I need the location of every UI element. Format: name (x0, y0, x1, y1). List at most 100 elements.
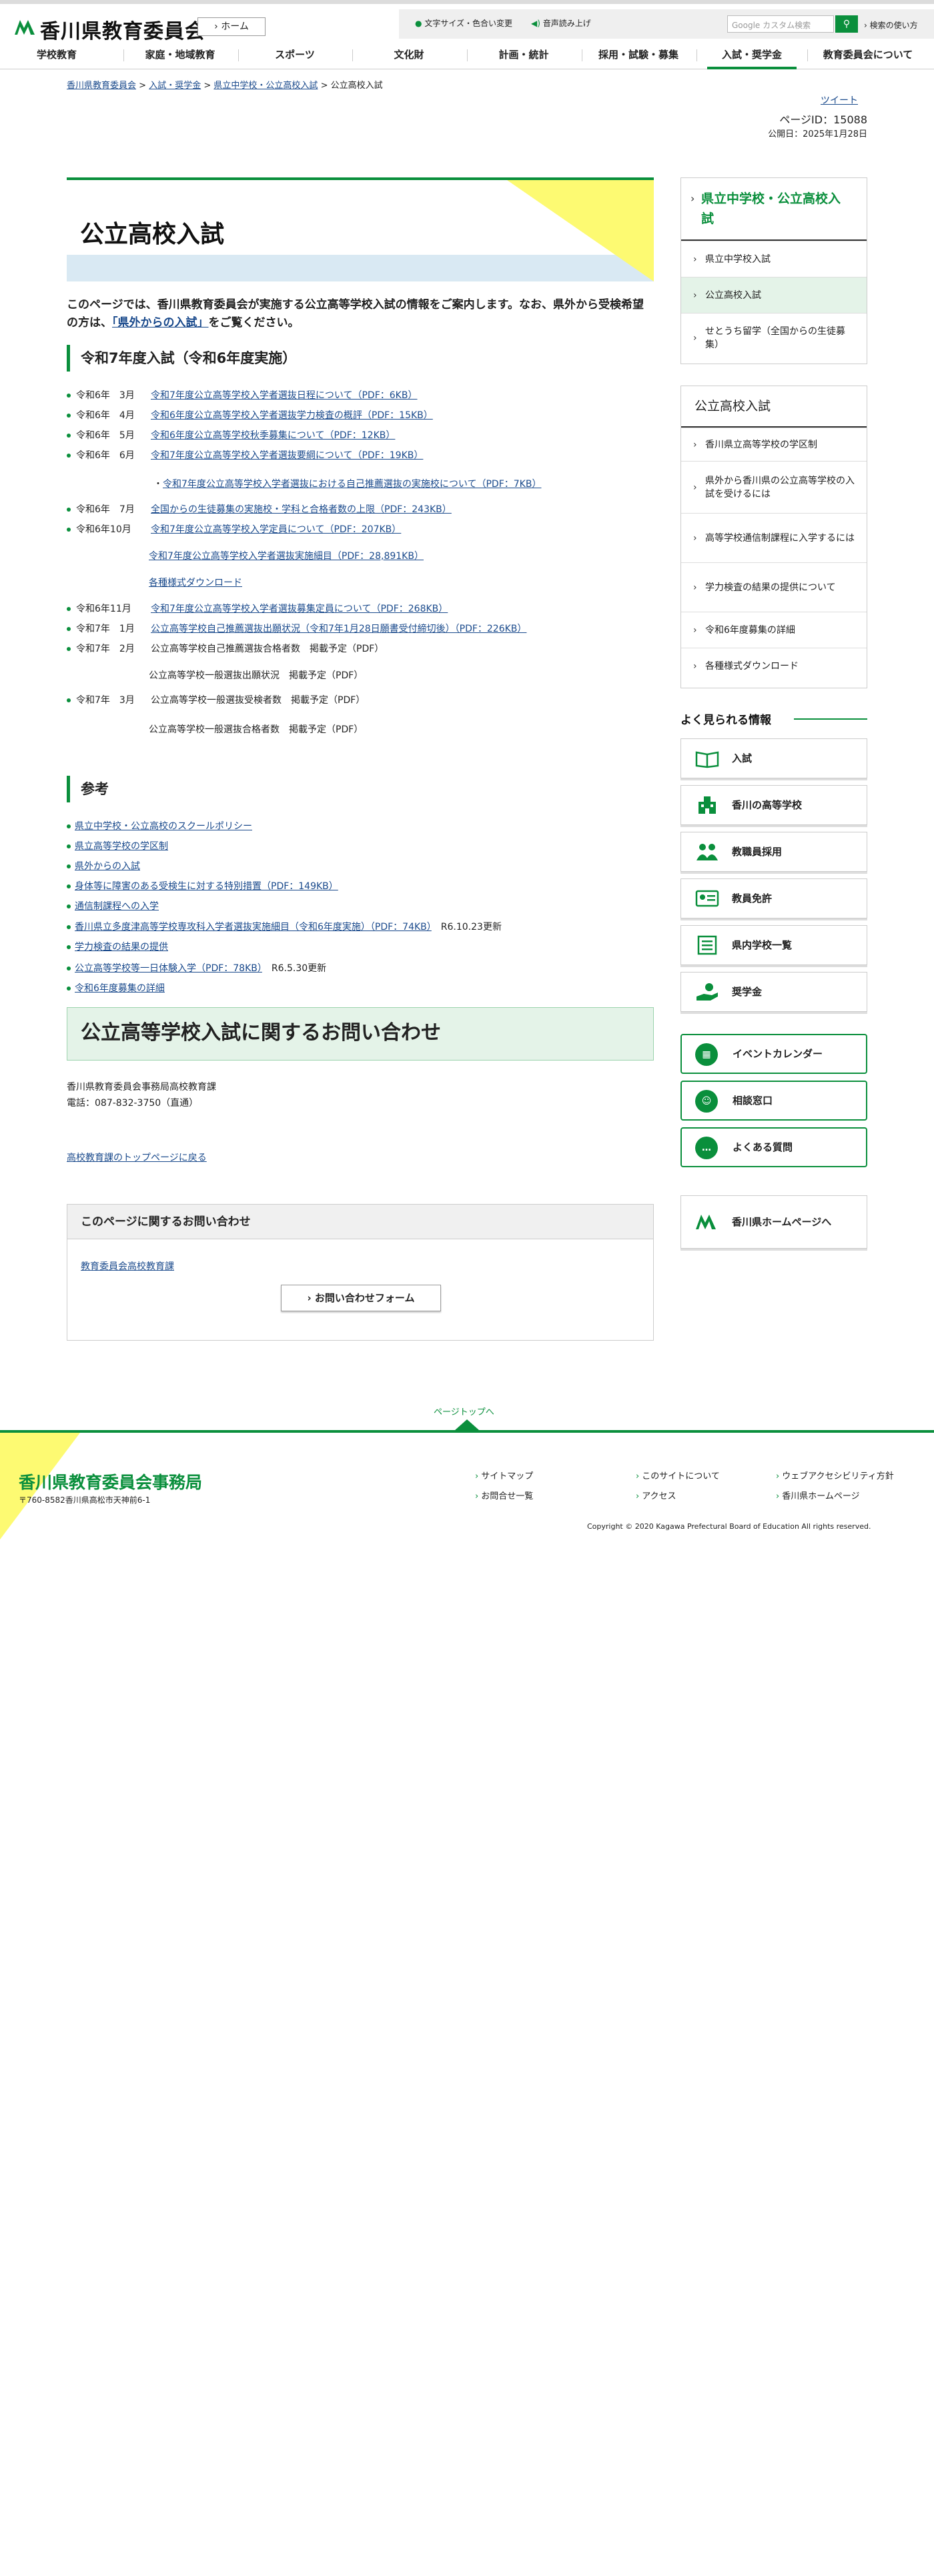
row-link[interactable]: 全国からの生徒募集の実施校・学科と合格者数の上限（PDF：243KB） (151, 504, 452, 515)
breadcrumb-link[interactable]: 香川県教育委員会 (67, 81, 136, 91)
footer-link-kagawa[interactable]: › 香川県ホームページ (776, 1489, 860, 1501)
ref-link[interactable]: 香川県立多度津高等学校専攻科入学者選抜実施細目（令和6年度実施）（PDF：74K… (75, 922, 432, 932)
sub-link[interactable]: 令和7年度公立高等学校入学者選抜における自己推薦選抜の実施校について（PDF：7… (163, 479, 541, 490)
gnav-item-culture[interactable]: 文化財 (352, 41, 466, 69)
sidebar-subnav: 公立高校入試 › 香川県立高等学校の学区制 › 県外から香川県の公立高等学校の入試を… (680, 386, 867, 688)
list-icon (697, 935, 717, 955)
sidebar-item-active[interactable]: › 公立高校入試 (681, 277, 867, 313)
sidebar-item[interactable]: › 学力検査の結果の提供について (681, 562, 867, 612)
sidebar-item[interactable]: › 令和6年度募集の詳細 (681, 612, 867, 648)
page-title: 公立高校入試 (80, 221, 225, 248)
sidebar-heading[interactable]: › 県立中学校・公立高校入試 (681, 178, 867, 241)
row-link[interactable]: 令和6年度公立高等学校入学者選抜学力検査の概評（PDF：15KB） (151, 410, 433, 421)
breadcrumb-sep: > (203, 81, 211, 91)
title-banner: 公立高校入試 (67, 177, 654, 281)
freq-button-school-list[interactable]: 県内学校一覧 (680, 925, 867, 965)
sidebar-item[interactable]: › 県外から香川県の公立高等学校の入試を受けるには (681, 461, 867, 513)
site-name[interactable]: 香川県教育委員会 (40, 15, 205, 44)
breadcrumb-link[interactable]: 県立中学校・公立高校入試 (213, 81, 318, 91)
search-help-link[interactable]: › 検索の使い方 (864, 19, 918, 31)
footer-link-inquiries[interactable]: › お問合せ一覧 (475, 1489, 533, 1501)
tweet-link[interactable]: ツイート (821, 93, 858, 107)
ref-link[interactable]: 県外からの入試 (75, 861, 140, 872)
sub-link[interactable]: 令和7年度公立高等学校入学者選抜実施細目（PDF：28,891KB） (149, 551, 424, 562)
ref-link[interactable]: 県立中学校・公立高校のスクールポリシー (75, 821, 252, 832)
back-to-division-link[interactable]: 高校教育課のトップページに戻る (67, 1151, 207, 1165)
gnav-item-recruit[interactable]: 採用・試験・募集 (582, 41, 695, 69)
ref-link[interactable]: 県立高等学校の学区制 (75, 841, 168, 852)
row-date: 令和6年 7月 (76, 504, 135, 515)
row-date: 令和7年 3月 (76, 695, 135, 706)
event-calendar-button[interactable]: ▦ イベントカレンダー (680, 1034, 867, 1074)
row-link[interactable]: 令和7年度公立高等学校入学者選抜日程について（PDF：6KB） (151, 390, 417, 401)
row-text: 公立高等学校自己推薦選抜合格者数 掲載予定（PDF） (151, 644, 384, 654)
ref-link[interactable]: 身体等に障害のある受検生に対する特別措置（PDF：149KB） (75, 881, 338, 892)
page-top-link[interactable]: ページトップへ (434, 1405, 494, 1417)
freq-label: 県内学校一覧 (732, 939, 793, 951)
list-item: 香川県立多度津高等学校専攻科入学者選抜実施細目（令和6年度実施）（PDF：74K… (67, 920, 502, 934)
list-item: 県立高等学校の学区制 (67, 840, 168, 853)
heading-rule (794, 718, 867, 720)
sub-item: 公立高等学校一般選抜合格者数 掲載予定（PDF） (149, 724, 364, 735)
gnav-item-exam[interactable]: 入試・奨学金 (707, 41, 797, 69)
row-link[interactable]: 令和7年度公立高等学校入学者選抜募集定員について（PDF：268KB） (151, 604, 448, 614)
footer-link-access[interactable]: › アクセス (636, 1489, 676, 1501)
kagawa-logo-icon (696, 1215, 716, 1229)
home-button[interactable]: › ホーム (197, 17, 266, 36)
sidebar-item[interactable]: › 各種様式ダウンロード (681, 648, 867, 684)
page-top-arrow-icon[interactable] (455, 1419, 479, 1430)
footer-link-label: 香川県ホームページ (782, 1491, 860, 1501)
row-text: 公立高等学校一般選抜受検者数 掲載予定（PDF） (151, 695, 366, 706)
gnav-item-school[interactable]: 学校教育 (0, 41, 113, 69)
kagawa-homepage-button[interactable]: 香川県ホームページへ (680, 1195, 867, 1249)
freq-button-high-school[interactable]: 香川の高等学校 (680, 785, 867, 825)
search-input[interactable]: Google カスタム検索 (727, 15, 834, 33)
sidebar-item[interactable]: › 香川県立高等学校の学区制 (681, 428, 867, 461)
inquiry-division-link[interactable]: 教育委員会高校教育課 (81, 1259, 174, 1273)
freq-button-exam[interactable]: 入試 (680, 738, 867, 778)
row-link[interactable]: 令和7年度公立高等学校入学定員について（PDF：207KB） (151, 524, 401, 535)
sidebar-item[interactable]: › 高等学校通信制課程に入学するには (681, 513, 867, 562)
list-item: 公立高等学校等一日体験入学（PDF：78KB） R6.5.30更新 (67, 962, 326, 975)
freq-button-recruit[interactable]: 教職員採用 (680, 832, 867, 872)
ref-link[interactable]: 令和6年度募集の詳細 (75, 983, 165, 994)
sub-item: 公立高等学校一般選抜出願状況 掲載予定（PDF） (149, 670, 364, 681)
freq-label: 教職員採用 (732, 846, 783, 858)
font-size-link[interactable]: ● 文字サイズ・色合い変更 (415, 17, 512, 29)
freq-button-license[interactable]: 教員免許 (680, 878, 867, 918)
gnav-item-sports[interactable]: スポーツ (238, 41, 352, 69)
license-card-icon (695, 890, 719, 907)
kagawa-button-label: 香川県ホームページへ (732, 1216, 832, 1228)
gnav-item-plan[interactable]: 計画・統計 (467, 41, 580, 69)
footer-link-sitemap[interactable]: › サイトマップ (475, 1469, 533, 1481)
footer-link-label: サイトマップ (481, 1471, 534, 1481)
consultation-button[interactable]: ☺ 相談窓口 (680, 1081, 867, 1121)
row-link[interactable]: 令和6年度公立高等学校秋季募集について（PDF：12KB） (151, 430, 395, 441)
out-of-prefecture-link[interactable]: 「県外からの入試」 (112, 316, 209, 330)
ref-link[interactable]: 学力検査の結果の提供 (75, 942, 168, 952)
inquiry-form-button[interactable]: › お問い合わせフォーム (281, 1285, 441, 1311)
ref-link[interactable]: 通信制課程への入学 (75, 901, 159, 912)
hand-coin-icon (696, 983, 718, 1001)
breadcrumb-link[interactable]: 入試・奨学金 (149, 81, 201, 91)
sidebar-item[interactable]: › せとうち留学（全国からの生徒募集） (681, 313, 867, 362)
footer-link-accessibility[interactable]: › ウェブアクセシビリティ方針 (776, 1469, 894, 1481)
row-link[interactable]: 公立高等学校自己推薦選抜出願状況（令和7年1月28日願書受付締切後）（PDF：2… (151, 624, 526, 634)
audio-link[interactable]: ◀) 音声読み上げ (531, 17, 591, 29)
sidebar2-heading: 公立高校入試 (681, 386, 867, 428)
footer-link-about-site[interactable]: › このサイトについて (636, 1469, 720, 1481)
gnav-item-family[interactable]: 家庭・地域教育 (123, 41, 237, 69)
ref-link[interactable]: 公立高等学校等一日体験入学（PDF：78KB） (75, 963, 262, 974)
sidebar-item-label: 各種様式ダウンロード (705, 660, 799, 672)
contact-tel: 電話：087-832-3750（直通） (67, 1098, 199, 1109)
faq-button[interactable]: … よくある質問 (680, 1127, 867, 1167)
gear-icon: ● (415, 19, 422, 28)
logo-mark-icon (15, 20, 35, 35)
row-link[interactable]: 令和7年度公立高等学校入学者選抜要綱について（PDF：19KB） (151, 450, 423, 461)
gnav-item-about[interactable]: 教育委員会について (809, 41, 927, 69)
sidebar-item[interactable]: › 県立中学校入試 (681, 241, 867, 277)
search-button[interactable]: ⚲ (835, 15, 858, 33)
sub-link[interactable]: 各種様式ダウンロード (149, 578, 242, 588)
row-date: 令和6年 6月 (76, 450, 135, 461)
freq-button-scholarship[interactable]: 奨学金 (680, 972, 867, 1012)
